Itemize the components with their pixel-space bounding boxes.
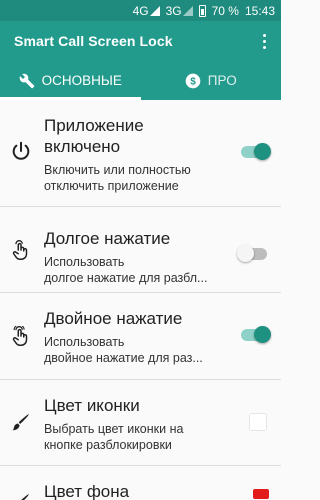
setting-subtitle: Включить или полностью	[44, 163, 191, 177]
power-icon	[12, 141, 30, 160]
status-bar: 4G 3G 70 % 15:43	[0, 0, 281, 21]
setting-subtitle: долгое нажатие для разбл...	[44, 271, 208, 285]
app-bar: Smart Call Screen Lock	[0, 21, 281, 61]
setting-subtitle: Использовать	[44, 335, 125, 349]
double-tap-hand-icon	[12, 326, 28, 346]
network-3g: 3G	[166, 4, 193, 18]
tab-main[interactable]: ОСНОВНЫЕ	[0, 61, 141, 100]
setting-title: Долгое нажатие	[44, 229, 171, 248]
setting-title: включено	[44, 137, 121, 156]
setting-icon-color[interactable]: Цвет иконки Выбрать цвет иконки на кнопк…	[0, 380, 281, 466]
setting-title: Приложение	[44, 116, 144, 135]
tab-pro[interactable]: $ ПРО	[141, 61, 282, 100]
more-options-icon[interactable]	[255, 31, 273, 51]
network-4g: 4G	[133, 4, 160, 18]
setting-subtitle: Выбрать цвет иконки на	[44, 422, 184, 436]
setting-app-enabled[interactable]: Приложение включено Включить или полност…	[0, 100, 281, 207]
clock: 15:43	[244, 3, 275, 18]
brush-icon	[12, 414, 29, 431]
setting-subtitle: кнопке разблокировки	[44, 438, 172, 452]
brush-icon	[21, 494, 29, 500]
setting-title: Двойное нажатие	[44, 309, 183, 328]
setting-subtitle: Использовать	[44, 255, 125, 269]
toggle-knob	[237, 245, 254, 262]
setting-subtitle: отключить приложение	[44, 179, 179, 193]
tab-main-label: ОСНОВНЫЕ	[41, 73, 122, 88]
wrench-icon	[19, 73, 34, 88]
tab-pro-label: ПРО	[207, 73, 237, 88]
app-title: Smart Call Screen Lock	[14, 33, 173, 49]
battery-icon	[198, 4, 206, 17]
network-3g-label: 3G	[165, 3, 182, 18]
setting-double-tap[interactable]: Двойное нажатие Использовать двойное наж…	[0, 293, 281, 380]
setting-title: Цвет иконки	[44, 396, 140, 415]
setting-subtitle: двойное нажатие для раз...	[44, 351, 203, 365]
setting-long-press[interactable]: Долгое нажатие Использовать долгое нажат…	[0, 207, 281, 293]
network-4g-label: 4G	[132, 3, 149, 18]
long-press-hand-icon	[12, 240, 28, 260]
long-press-toggle[interactable]	[237, 245, 267, 262]
icon-color-swatch[interactable]	[249, 413, 267, 431]
toggle-knob	[254, 143, 271, 160]
tab-bar: ОСНОВНЫЕ $ ПРО	[0, 61, 281, 100]
app-enabled-toggle[interactable]	[241, 143, 271, 160]
signal-icon	[182, 5, 193, 16]
double-tap-toggle[interactable]	[241, 326, 271, 343]
signal-icon	[149, 5, 160, 16]
setting-title: Цвет фона	[44, 482, 130, 500]
settings-list: Приложение включено Включить или полност…	[0, 100, 281, 500]
setting-background-color[interactable]: Цвет фона	[0, 466, 281, 500]
dollar-circle-icon: $	[185, 73, 201, 88]
toggle-knob	[254, 326, 271, 343]
svg-text:$: $	[190, 76, 196, 87]
background-color-swatch[interactable]	[253, 489, 269, 499]
battery-percent: 70 %	[211, 3, 239, 18]
